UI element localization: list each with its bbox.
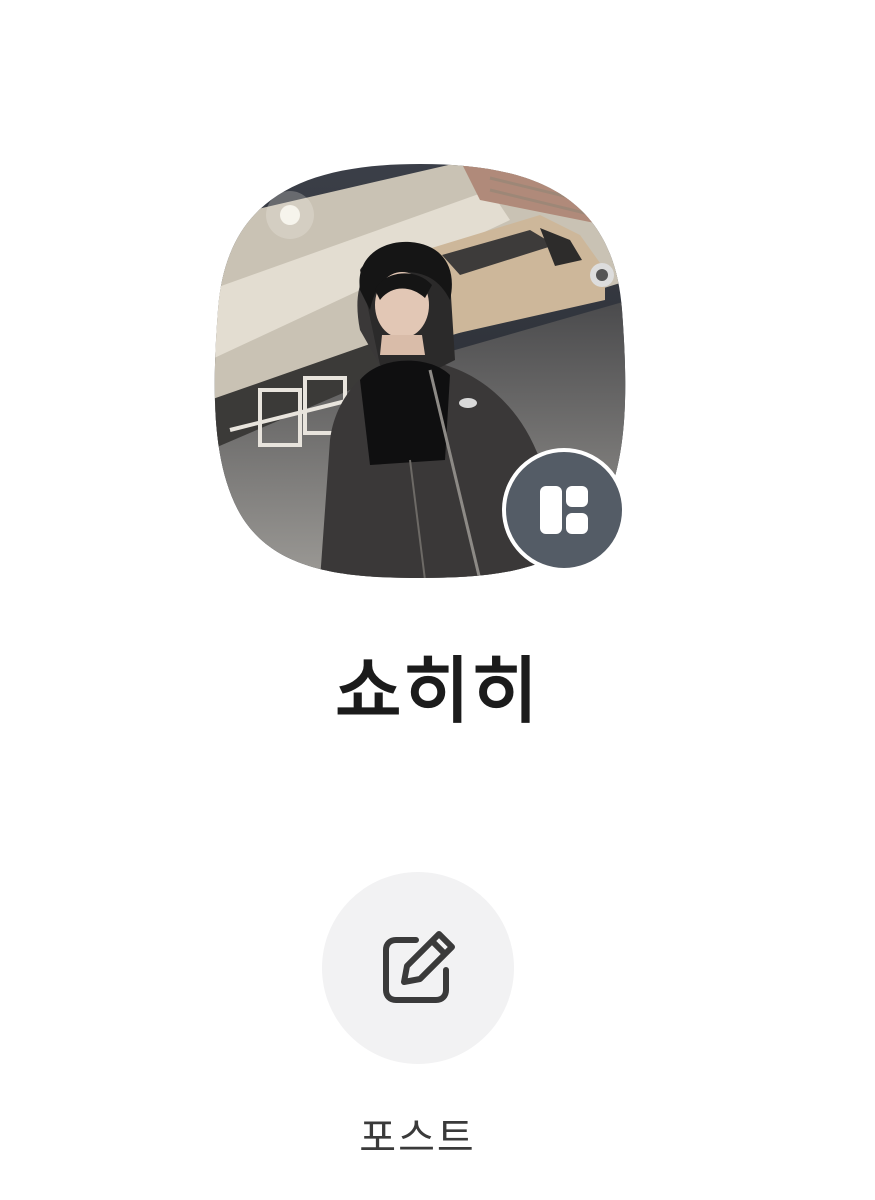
profile-name: 쇼히히	[335, 649, 540, 733]
collage-icon	[540, 486, 588, 534]
edit-icon	[383, 931, 455, 1003]
profile-avatar[interactable]	[210, 160, 630, 580]
post-button[interactable]	[322, 872, 514, 1064]
profile-page: 쇼히히 포스트	[0, 0, 875, 1200]
collage-badge[interactable]	[502, 448, 626, 572]
post-label: 포스트	[359, 1115, 476, 1161]
